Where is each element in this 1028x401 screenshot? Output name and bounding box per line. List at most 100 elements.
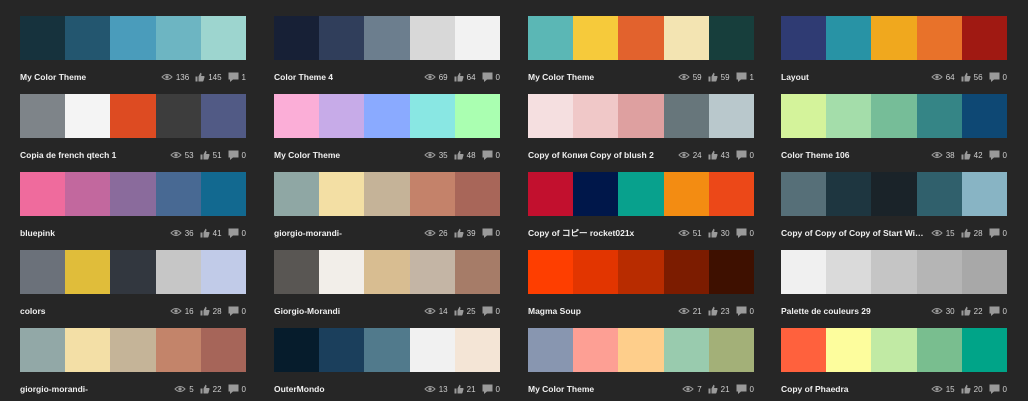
theme-swatches[interactable] bbox=[20, 16, 247, 60]
theme-swatches[interactable] bbox=[274, 328, 501, 372]
theme-title[interactable]: Copia de french qtech 1 bbox=[20, 150, 164, 160]
theme-swatches[interactable] bbox=[528, 16, 755, 60]
thumbs-up-icon bbox=[200, 228, 213, 238]
theme-title[interactable]: Giorgio-Morandi bbox=[274, 306, 418, 316]
like-count: 56 bbox=[973, 72, 983, 82]
theme-title[interactable]: My Color Theme bbox=[274, 150, 418, 160]
comment-count: 0 bbox=[495, 228, 500, 238]
theme-card[interactable]: Copia de french qtech 1 53 51 0 bbox=[20, 94, 247, 162]
theme-card[interactable]: OuterMondo 13 21 0 bbox=[274, 328, 501, 396]
theme-card[interactable]: colors 16 28 0 bbox=[20, 250, 247, 318]
theme-swatches[interactable] bbox=[274, 250, 501, 294]
likes-stat: 42 bbox=[961, 150, 983, 160]
theme-swatches[interactable] bbox=[781, 172, 1008, 216]
theme-title[interactable]: My Color Theme bbox=[20, 72, 155, 82]
theme-swatches[interactable] bbox=[528, 328, 755, 372]
theme-title[interactable]: Copy of Copy of Copy of Start Wit... bbox=[781, 228, 925, 238]
comment-icon bbox=[482, 150, 496, 160]
theme-title[interactable]: My Color Theme bbox=[528, 384, 676, 394]
comment-icon bbox=[482, 384, 496, 394]
color-swatch bbox=[454, 16, 501, 60]
theme-card[interactable]: My Color Theme 7 21 0 bbox=[528, 328, 755, 396]
like-count: 25 bbox=[466, 306, 476, 316]
views-stat: 26 bbox=[424, 229, 448, 238]
likes-stat: 56 bbox=[961, 72, 983, 82]
color-swatch bbox=[916, 172, 962, 216]
theme-title[interactable]: bluepink bbox=[20, 228, 164, 238]
theme-title[interactable]: giorgio-morandi- bbox=[274, 228, 418, 238]
eye-icon bbox=[682, 385, 697, 393]
theme-card[interactable]: My Color Theme 136 145 1 bbox=[20, 16, 247, 84]
theme-card[interactable]: giorgio-morandi- 5 22 0 bbox=[20, 328, 247, 396]
theme-swatches[interactable] bbox=[781, 16, 1008, 60]
theme-card[interactable]: My Color Theme 59 59 1 bbox=[528, 16, 755, 84]
theme-card[interactable]: Color Theme 106 38 42 0 bbox=[781, 94, 1008, 162]
theme-swatches[interactable] bbox=[528, 250, 755, 294]
view-count: 59 bbox=[692, 72, 702, 82]
likes-stat: 43 bbox=[708, 150, 730, 160]
theme-card[interactable]: Copy of コピー rocket021x 51 30 0 bbox=[528, 172, 755, 240]
color-swatch bbox=[454, 250, 501, 294]
theme-swatches[interactable] bbox=[20, 250, 247, 294]
theme-card[interactable]: Palette de couleurs 29 30 22 0 bbox=[781, 250, 1008, 318]
color-swatch bbox=[364, 250, 410, 294]
color-swatch bbox=[274, 94, 320, 138]
color-swatch bbox=[826, 328, 872, 372]
theme-title[interactable]: colors bbox=[20, 306, 164, 316]
theme-card[interactable]: Copy of Копия Copy of blush 2 24 43 0 bbox=[528, 94, 755, 162]
theme-card[interactable]: Color Theme 4 69 64 0 bbox=[274, 16, 501, 84]
theme-swatches[interactable] bbox=[781, 94, 1008, 138]
color-swatch bbox=[274, 328, 320, 372]
theme-card[interactable]: Giorgio-Morandi 14 25 0 bbox=[274, 250, 501, 318]
theme-swatches[interactable] bbox=[20, 172, 247, 216]
theme-swatches[interactable] bbox=[20, 94, 247, 138]
color-swatch bbox=[364, 328, 410, 372]
color-swatch bbox=[274, 172, 320, 216]
comment-icon bbox=[989, 228, 1003, 238]
color-swatch bbox=[961, 172, 1008, 216]
theme-card[interactable]: Layout 64 56 0 bbox=[781, 16, 1008, 84]
theme-swatches[interactable] bbox=[781, 250, 1008, 294]
color-swatch bbox=[155, 16, 201, 60]
theme-title[interactable]: Copy of Копия Copy of blush 2 bbox=[528, 150, 672, 160]
color-swatch bbox=[200, 94, 247, 138]
comment-icon bbox=[228, 72, 242, 82]
theme-title[interactable]: Magma Soup bbox=[528, 306, 672, 316]
color-swatch bbox=[20, 328, 66, 372]
color-swatch bbox=[274, 250, 320, 294]
theme-title[interactable]: giorgio-morandi- bbox=[20, 384, 168, 394]
theme-title[interactable]: Copy of コピー rocket021x bbox=[528, 227, 672, 239]
theme-swatches[interactable] bbox=[528, 94, 755, 138]
thumbs-up-icon bbox=[961, 72, 974, 82]
comment-icon bbox=[736, 228, 750, 238]
color-swatch bbox=[409, 250, 455, 294]
theme-card[interactable]: Copy of Phaedra 15 20 0 bbox=[781, 328, 1008, 396]
theme-title[interactable]: My Color Theme bbox=[528, 72, 672, 82]
comment-icon bbox=[228, 228, 242, 238]
theme-card[interactable]: giorgio-morandi- 26 39 0 bbox=[274, 172, 501, 240]
theme-title[interactable]: Copy of Phaedra bbox=[781, 384, 925, 394]
theme-title[interactable]: OuterMondo bbox=[274, 384, 418, 394]
theme-swatches[interactable] bbox=[274, 172, 501, 216]
comment-count: 0 bbox=[241, 384, 246, 394]
theme-card[interactable]: My Color Theme 35 48 0 bbox=[274, 94, 501, 162]
eye-icon bbox=[931, 73, 946, 81]
theme-card[interactable]: bluepink 36 41 0 bbox=[20, 172, 247, 240]
theme-card[interactable]: Copy of Copy of Copy of Start Wit... 15 28… bbox=[781, 172, 1008, 240]
theme-meta: Color Theme 4 69 64 0 bbox=[274, 70, 500, 84]
color-swatch bbox=[65, 94, 111, 138]
view-count: 16 bbox=[184, 306, 194, 316]
thumbs-up-icon bbox=[200, 150, 213, 160]
theme-grid: My Color Theme 136 145 1 Color Theme 4 69 64 0 M… bbox=[0, 0, 1028, 401]
theme-card[interactable]: Magma Soup 21 23 0 bbox=[528, 250, 755, 318]
theme-swatches[interactable] bbox=[781, 328, 1008, 372]
theme-swatches[interactable] bbox=[274, 16, 501, 60]
theme-title[interactable]: Layout bbox=[781, 72, 925, 82]
theme-swatches[interactable] bbox=[20, 328, 247, 372]
theme-title[interactable]: Palette de couleurs 29 bbox=[781, 306, 925, 316]
theme-title[interactable]: Color Theme 4 bbox=[274, 72, 418, 82]
theme-title[interactable]: Color Theme 106 bbox=[781, 150, 925, 160]
likes-stat: 23 bbox=[708, 306, 730, 316]
theme-swatches[interactable] bbox=[274, 94, 501, 138]
theme-swatches[interactable] bbox=[528, 172, 755, 216]
